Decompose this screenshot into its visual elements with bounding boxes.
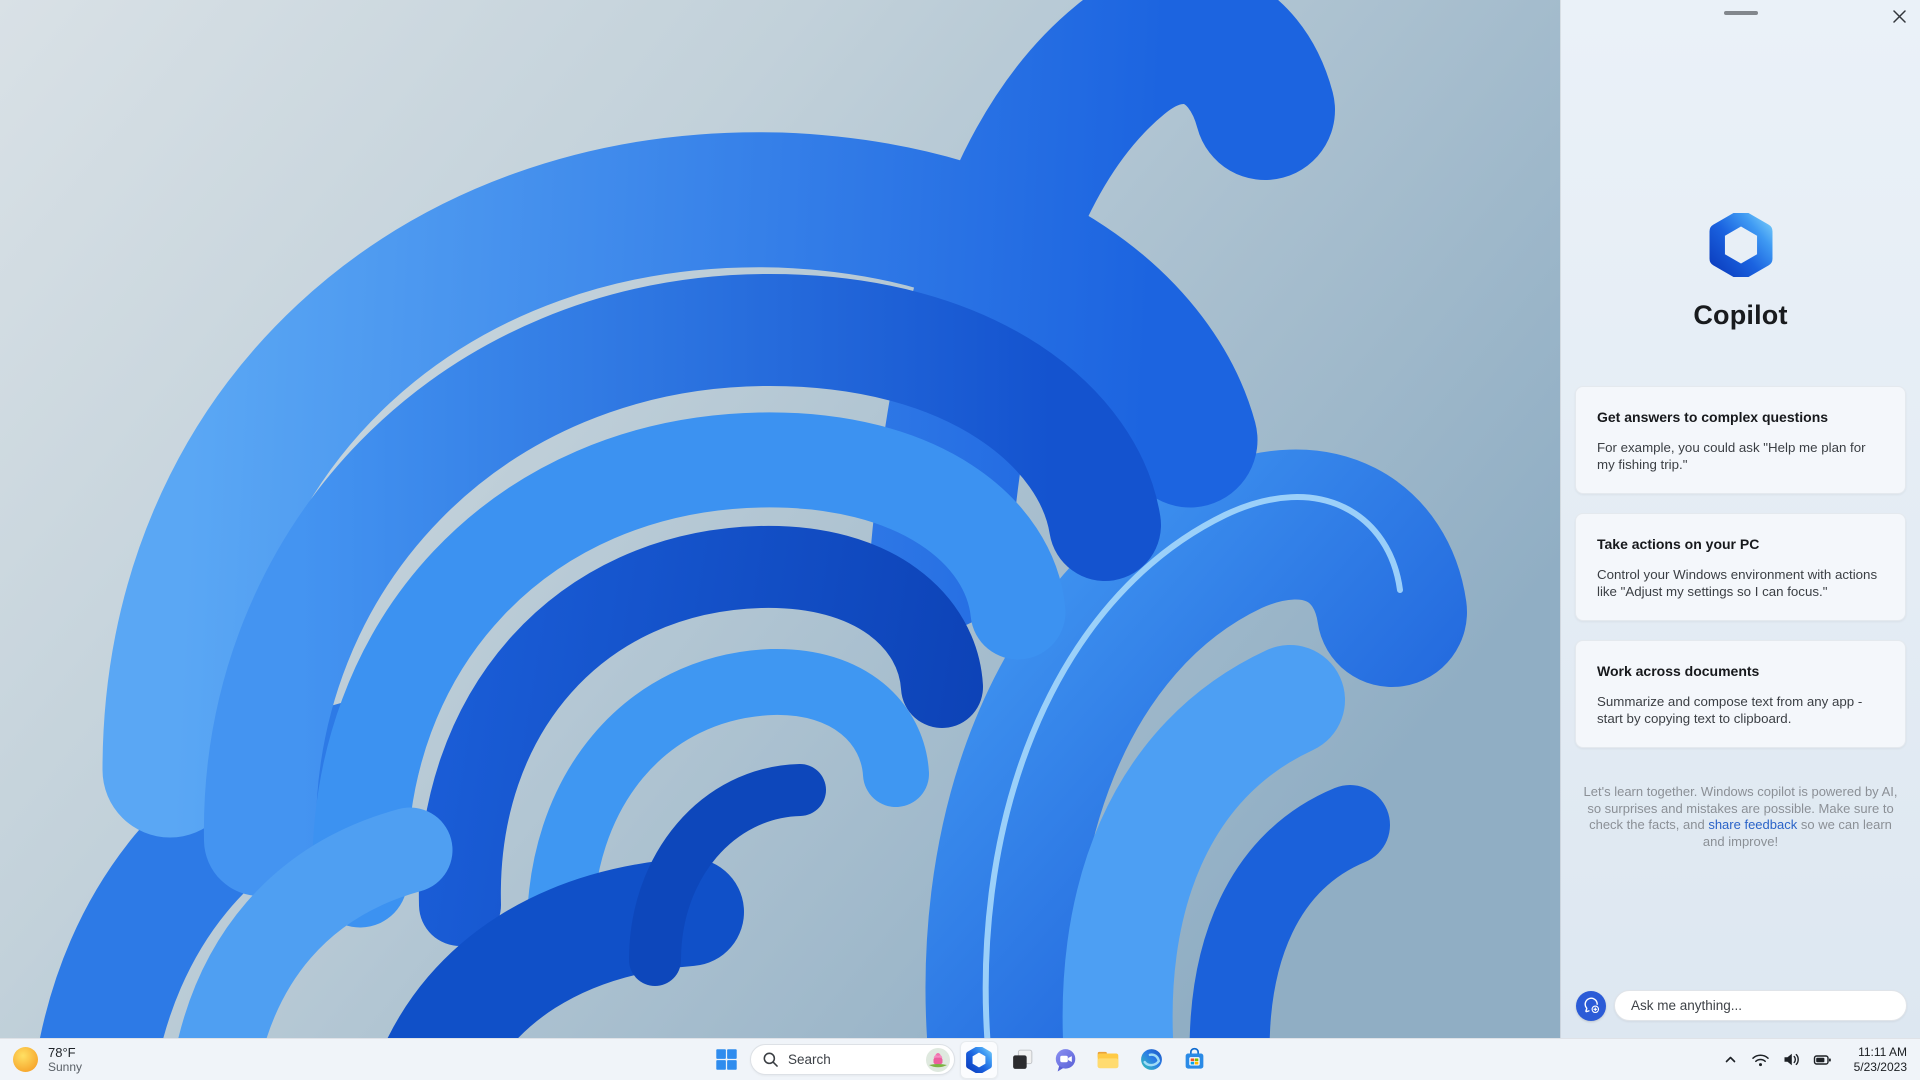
search-icon: [763, 1052, 778, 1067]
hint-card-answers: Get answers to complex questions For exa…: [1575, 386, 1906, 494]
weather-widget[interactable]: 78°F Sunny: [0, 1039, 92, 1080]
system-tray: 11:11 AM 5/23/2023: [1722, 1039, 1920, 1080]
prompt-input-row: [1576, 990, 1907, 1021]
panel-title: Copilot: [1693, 300, 1788, 330]
weather-condition: Sunny: [48, 1060, 83, 1074]
volume-icon: [1784, 1053, 1799, 1066]
task-view-icon: [1012, 1049, 1032, 1069]
start-icon: [715, 1049, 737, 1070]
card-title: Take actions on your PC: [1597, 536, 1760, 552]
taskbar-copilot-button[interactable]: [960, 1040, 998, 1079]
copilot-panel: Copilot Get answers to complex questions…: [1560, 0, 1920, 1038]
new-chat-icon: [1584, 997, 1599, 1014]
file-explorer-icon: [1097, 1051, 1119, 1068]
task-view-button[interactable]: [1003, 1041, 1041, 1079]
chevron-up-icon: [1725, 1056, 1735, 1063]
ask-me-anything-input[interactable]: [1614, 990, 1907, 1021]
store-button[interactable]: [1175, 1041, 1213, 1079]
taskbar-center: Search: [707, 1039, 1213, 1080]
card-body: For example, you could ask "Help me plan…: [1597, 440, 1866, 472]
panel-drag-handle[interactable]: [1723, 11, 1758, 15]
search-box[interactable]: Search: [750, 1044, 955, 1075]
hint-card-documents: Work across documents Summarize and comp…: [1575, 640, 1906, 748]
clock-time: 11:11 AM: [1858, 1045, 1907, 1059]
start-button[interactable]: [707, 1041, 745, 1079]
weather-temperature: 78°F: [48, 1045, 76, 1060]
close-button[interactable]: [1886, 3, 1912, 29]
hint-cards: Get answers to complex questions For exa…: [1561, 386, 1920, 748]
battery-button[interactable]: [1813, 1051, 1832, 1069]
bloom-wallpaper-art: [0, 0, 1560, 1038]
file-explorer-button[interactable]: [1089, 1041, 1127, 1079]
wifi-icon: [1751, 1054, 1769, 1066]
ai-disclaimer: Let's learn together. Windows copilot is…: [1582, 784, 1900, 850]
copilot-logo-icon: [1709, 213, 1772, 277]
share-feedback-link[interactable]: share feedback: [1708, 817, 1797, 832]
card-title: Work across documents: [1597, 663, 1760, 679]
battery-icon: [1813, 1054, 1831, 1065]
teams-chat-button[interactable]: [1046, 1041, 1084, 1079]
clock-date: 5/23/2023: [1853, 1059, 1907, 1074]
panel-header: Copilot: [1561, 213, 1920, 331]
teams-chat-icon: [1055, 1048, 1076, 1071]
edge-icon: [1140, 1049, 1162, 1070]
card-body: Summarize and compose text from any app …: [1597, 694, 1863, 726]
sun-icon: [13, 1047, 38, 1072]
close-icon: [1892, 9, 1906, 23]
copilot-icon: [966, 1046, 992, 1073]
volume-button[interactable]: [1782, 1051, 1801, 1068]
lotus-thumbnail: [926, 1047, 950, 1072]
wifi-button[interactable]: [1751, 1052, 1770, 1068]
search-label: Search: [788, 1052, 831, 1067]
hint-card-actions: Take actions on your PC Control your Win…: [1575, 513, 1906, 621]
store-icon: [1185, 1047, 1203, 1069]
card-title: Get answers to complex questions: [1597, 409, 1829, 425]
tray-chevron-button[interactable]: [1722, 1051, 1739, 1068]
taskbar: 78°F Sunny Search 11:11 AM 5/23/2023: [0, 1038, 1920, 1080]
clock[interactable]: 11:11 AM 5/23/2023: [1854, 1045, 1907, 1074]
card-body: Control your Windows environment with ac…: [1597, 567, 1878, 599]
new-chat-button[interactable]: [1576, 990, 1606, 1021]
weather-text: 78°F Sunny: [48, 1045, 82, 1074]
desktop-wallpaper: [0, 0, 1560, 1038]
edge-button[interactable]: [1132, 1041, 1170, 1079]
